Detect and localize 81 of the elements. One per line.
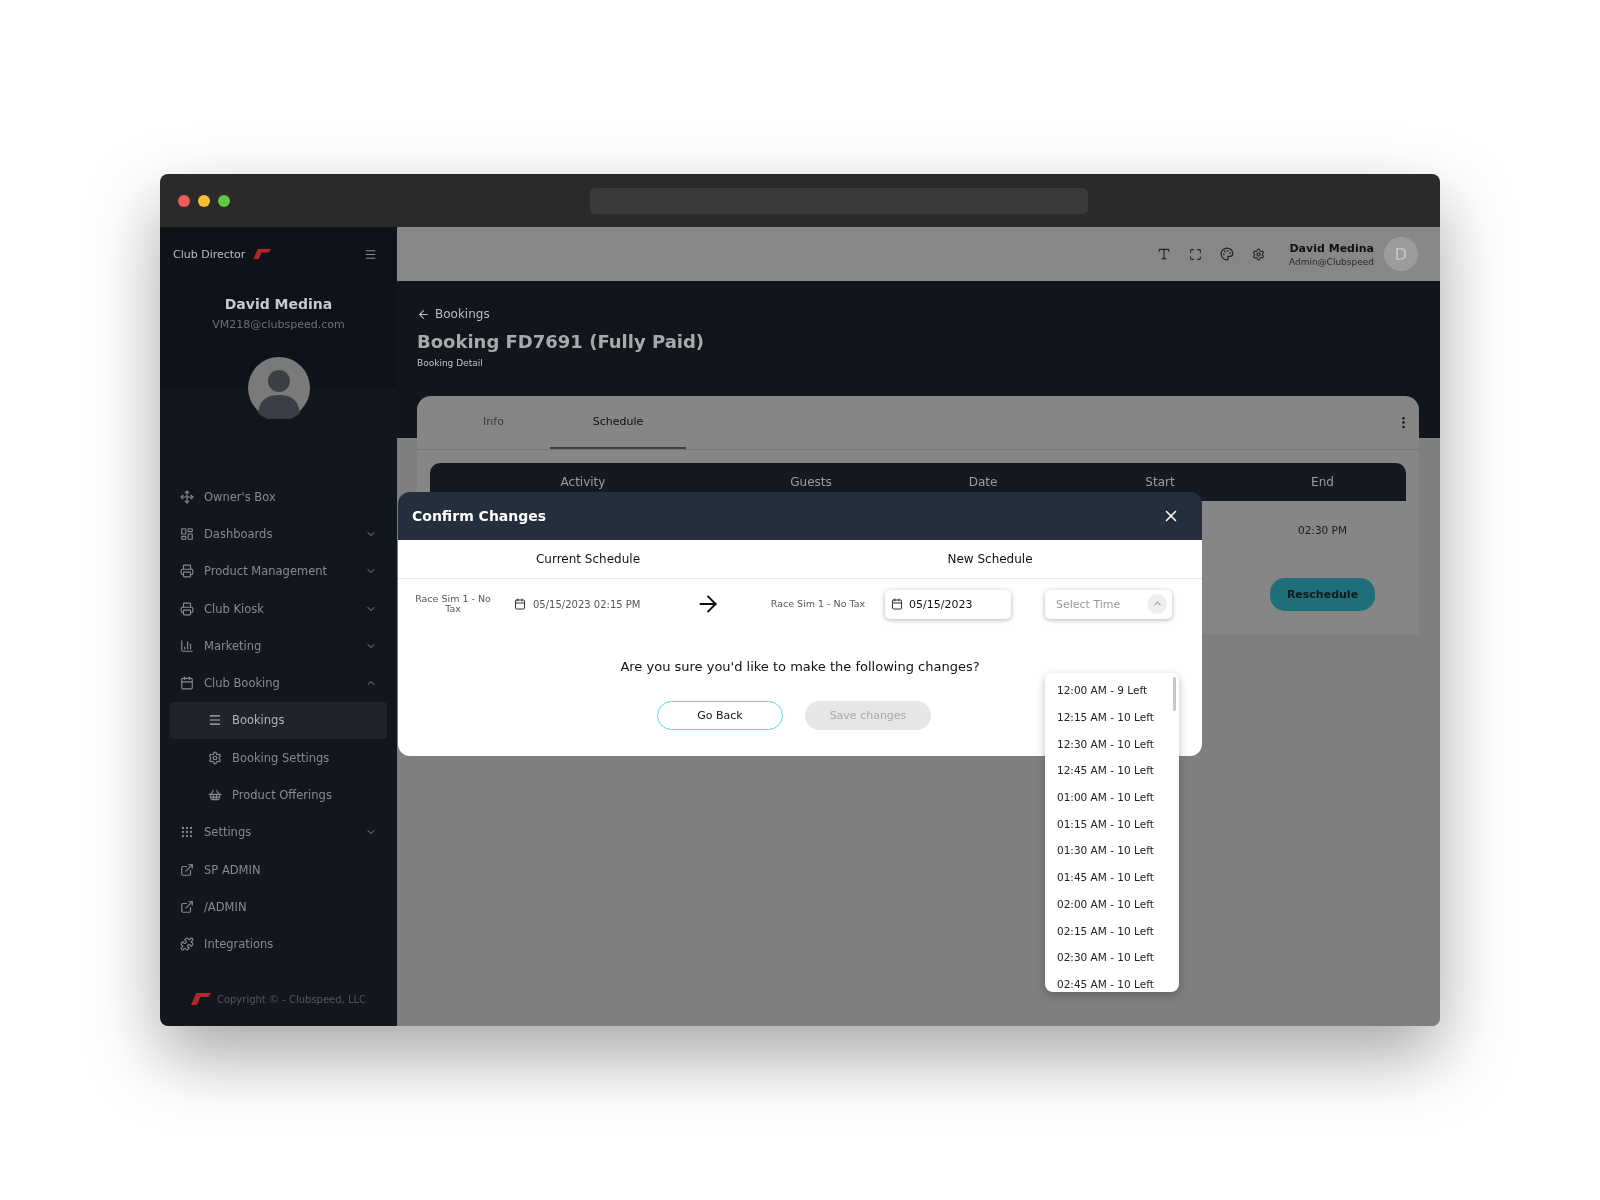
time-option[interactable]: 01:45 AM - 10 Left (1045, 863, 1179, 891)
tab[interactable]: Info (437, 396, 550, 449)
sidebar-item[interactable]: Bookings (170, 701, 387, 740)
calendar-icon (180, 676, 194, 691)
sidebar-item[interactable]: SP ADMIN (170, 850, 387, 889)
table-cell-text: 02:30 PM (1297, 523, 1348, 538)
basket-icon (208, 788, 222, 802)
move-icon (180, 489, 194, 504)
user-email: VM218@clubspeed.com (212, 318, 345, 331)
sidebar-item[interactable]: Club Kiosk (170, 589, 387, 628)
avatar-icon (248, 357, 310, 419)
column-header: End (1310, 474, 1335, 491)
sidebar-item[interactable]: Club Booking (170, 664, 387, 702)
sidebar-item[interactable]: Marketing (170, 627, 387, 665)
confirm-question: Are you sure you'd like to make the following changes? (619, 659, 981, 674)
back-link[interactable]: Bookings (417, 307, 490, 321)
time-option[interactable]: 01:15 AM - 10 Left (1045, 810, 1179, 838)
puzzle-icon (180, 937, 194, 952)
settings-icon (208, 750, 222, 765)
back-arrow-icon (417, 307, 430, 321)
sidebar-item[interactable]: Owner's Box (170, 478, 387, 516)
column-header: Guests (789, 474, 833, 491)
external-link-icon (180, 899, 194, 914)
sidebar-item[interactable]: Integrations (170, 925, 387, 963)
brand-name: Club Director (173, 247, 246, 261)
grid-icon (180, 825, 194, 840)
time-select[interactable]: Select Time (1045, 589, 1172, 619)
page-subtitle: Booking Detail (417, 358, 484, 368)
minimize-dot[interactable] (198, 194, 210, 207)
printer-icon (180, 564, 194, 579)
sidebar-item[interactable]: Booking Settings (170, 739, 387, 777)
sidebar-item[interactable]: /ADMIN (170, 888, 387, 926)
user-name: David Medina (1289, 241, 1374, 255)
sidebar-item[interactable]: Settings (170, 813, 387, 851)
settings-icon[interactable] (1251, 247, 1265, 261)
fullscreen-icon[interactable] (1188, 247, 1202, 261)
palette-icon[interactable] (1219, 247, 1234, 261)
column-header: Activity (559, 474, 607, 491)
column-heading: New Schedule (946, 551, 1034, 568)
current-datetime: 05/15/2023 02:15 PM (533, 598, 641, 610)
time-option[interactable]: 12:00 AM - 9 Left (1045, 677, 1179, 704)
calendar-icon (514, 598, 526, 610)
time-option[interactable]: 02:00 AM - 10 Left (1045, 890, 1179, 918)
printer-icon (180, 601, 194, 616)
date-field[interactable]: 05/15/2023 (885, 589, 1011, 619)
column-heading: Current Schedule (535, 551, 641, 568)
dialog-title: Confirm Changes (412, 508, 547, 524)
text-size-icon[interactable] (1156, 247, 1171, 261)
column-header: Date (967, 474, 999, 491)
copyright-text: Copyright © - Clubspeed, LLC (216, 993, 367, 1005)
close-dot[interactable] (178, 194, 190, 207)
time-option[interactable]: 12:15 AM - 10 Left (1045, 703, 1179, 731)
time-option[interactable]: 02:15 AM - 10 Left (1045, 917, 1179, 944)
time-option[interactable]: 01:30 AM - 10 Left (1045, 837, 1179, 864)
time-option[interactable]: 12:45 AM - 10 Left (1045, 757, 1179, 784)
calendar-icon (891, 597, 903, 610)
user-name: David Medina (224, 296, 333, 312)
external-link-icon (180, 862, 194, 877)
bar-chart-icon (180, 638, 194, 653)
sidebar-item[interactable]: Product Offerings (170, 776, 387, 814)
dashboard-icon (180, 526, 194, 541)
sidebar-item[interactable]: Product Management (170, 552, 387, 590)
reschedule-button[interactable]: Reschedule (1270, 577, 1375, 611)
time-option[interactable]: 02:30 AM - 10 Left (1045, 943, 1179, 971)
sidebar-item[interactable]: Dashboards (170, 515, 387, 553)
activity-name: Race Sim 1 - No Tax (769, 599, 867, 609)
go-back-button[interactable]: Go Back (657, 701, 783, 730)
time-option[interactable]: 02:45 AM - 10 Left (1045, 970, 1179, 992)
zoom-dot[interactable] (218, 194, 230, 207)
logo-icon (253, 248, 272, 260)
scrollbar-thumb[interactable] (1173, 677, 1176, 711)
menu-icon[interactable] (364, 247, 377, 261)
activity-name: Race Sim 1 - No Tax (414, 594, 492, 614)
tab[interactable]: Schedule (550, 396, 686, 449)
time-option[interactable]: 01:00 AM - 10 Left (1045, 783, 1179, 811)
column-header: Start (1144, 474, 1176, 491)
page-title: Booking FD7691 (Fully Paid) (417, 331, 706, 352)
user-role: Admin@Clubspeed (1288, 256, 1374, 267)
menu-icon (208, 713, 222, 728)
logo-icon (190, 993, 211, 1005)
time-option[interactable]: 12:30 AM - 10 Left (1045, 730, 1179, 758)
